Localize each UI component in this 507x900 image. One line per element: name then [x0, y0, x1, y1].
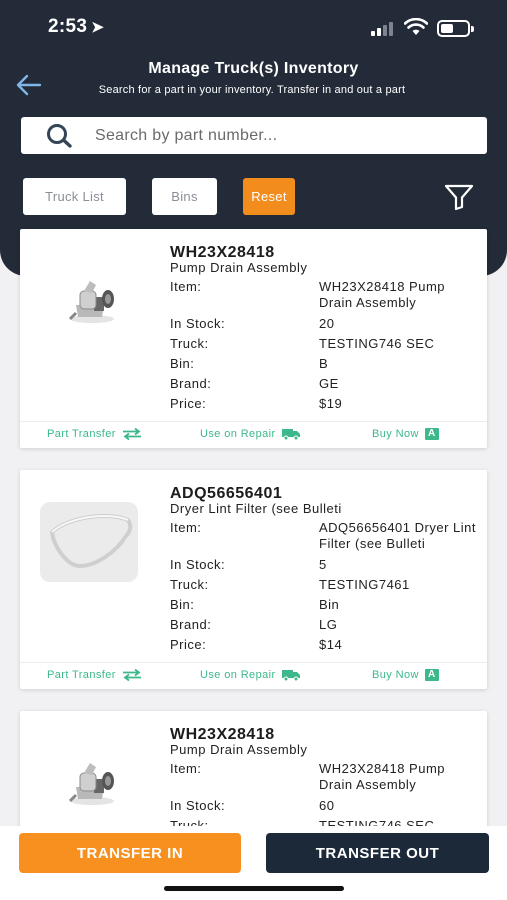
truck-label: Truck: — [170, 336, 209, 351]
search-input[interactable] — [95, 117, 475, 154]
part-transfer-button[interactable]: Part Transfer — [47, 669, 142, 681]
home-indicator[interactable] — [164, 886, 344, 891]
lint-filter-image — [40, 502, 138, 582]
search-bar[interactable] — [21, 117, 487, 154]
use-on-repair-label: Use on Repair — [200, 669, 276, 681]
wifi-icon — [404, 18, 428, 35]
transfer-out-button[interactable]: TRANSFER OUT — [266, 833, 489, 873]
buy-now-label: Buy Now — [372, 428, 419, 440]
cellular-signal-icon — [371, 22, 395, 36]
truck-list-button[interactable]: Truck List — [23, 178, 126, 215]
page-subtitle: Search for a part in your inventory. Tra… — [98, 84, 406, 96]
bin-label: Bin: — [170, 356, 195, 371]
transfer-arrows-icon — [122, 428, 141, 440]
part-name: Pump Drain Assembly — [170, 260, 308, 275]
part-transfer-label: Part Transfer — [47, 428, 116, 440]
part-name: Dryer Lint Filter (see Bulleti — [170, 501, 342, 516]
in-stock-value: 20 — [319, 316, 335, 331]
use-on-repair-button[interactable]: Use on Repair — [200, 428, 300, 440]
price-label: Price: — [170, 396, 207, 411]
part-name: Pump Drain Assembly — [170, 742, 308, 757]
pump-drain-image — [68, 281, 114, 323]
truck-label: Truck: — [170, 577, 209, 592]
item-value: WH23X28418 Pump Drain Assembly — [319, 761, 446, 792]
buy-now-button[interactable]: Buy Now A — [372, 669, 439, 681]
item-label: Item: — [170, 520, 202, 535]
brand-label: Brand: — [170, 617, 212, 632]
bins-button[interactable]: Bins — [152, 178, 217, 215]
price-label: Price: — [170, 637, 207, 652]
bin-value: Bin — [319, 597, 340, 612]
price-value: $19 — [319, 396, 343, 411]
status-time: 2:53 ➤ — [48, 16, 105, 37]
card-divider — [20, 662, 487, 663]
inventory-card[interactable]: WH23X28418 Pump Drain Assembly Item: WH2… — [20, 229, 487, 448]
item-value: ADQ56656401 Dryer Lint Filter (see Bulle… — [319, 520, 476, 551]
brand-label: Brand: — [170, 376, 212, 391]
use-on-repair-button[interactable]: Use on Repair — [200, 669, 300, 681]
inventory-card[interactable]: ADQ56656401 Dryer Lint Filter (see Bulle… — [20, 470, 487, 689]
truck-icon — [281, 429, 300, 440]
in-stock-label: In Stock: — [170, 316, 226, 331]
bin-label: Bin: — [170, 597, 195, 612]
reset-button[interactable]: Reset — [243, 178, 295, 215]
truck-icon — [281, 670, 300, 681]
buy-now-label: Buy Now — [372, 669, 419, 681]
truck-value: TESTING746 SEC — [319, 336, 435, 351]
use-on-repair-label: Use on Repair — [200, 428, 276, 440]
in-stock-label: In Stock: — [170, 798, 226, 813]
brand-value: LG — [319, 617, 338, 632]
status-bar: 2:53 ➤ — [0, 0, 507, 56]
page-title: Manage Truck(s) Inventory — [148, 60, 359, 77]
truck-value: TESTING7461 — [319, 577, 410, 592]
transfer-in-button[interactable]: TRANSFER IN — [19, 833, 241, 873]
in-stock-label: In Stock: — [170, 557, 226, 572]
part-transfer-label: Part Transfer — [47, 669, 116, 681]
amazon-icon: A — [424, 428, 439, 440]
item-value: WH23X28418 Pump Drain Assembly — [319, 279, 446, 310]
card-divider — [20, 421, 487, 422]
amazon-icon: A — [424, 669, 439, 681]
transfer-arrows-icon — [122, 669, 141, 681]
part-transfer-button[interactable]: Part Transfer — [47, 428, 142, 440]
bottom-action-bar: TRANSFER IN TRANSFER OUT — [0, 826, 507, 900]
bin-value: B — [319, 356, 329, 371]
filter-icon[interactable] — [443, 183, 475, 211]
in-stock-value: 5 — [319, 557, 327, 572]
brand-value: GE — [319, 376, 339, 391]
location-arrow-icon: ➤ — [91, 19, 105, 36]
price-value: $14 — [319, 637, 343, 652]
search-icon — [47, 124, 72, 148]
battery-icon — [437, 20, 474, 37]
item-label: Item: — [170, 279, 202, 294]
buy-now-button[interactable]: Buy Now A — [372, 428, 439, 440]
item-label: Item: — [170, 761, 202, 776]
in-stock-value: 60 — [319, 798, 335, 813]
pump-drain-image — [68, 763, 114, 805]
